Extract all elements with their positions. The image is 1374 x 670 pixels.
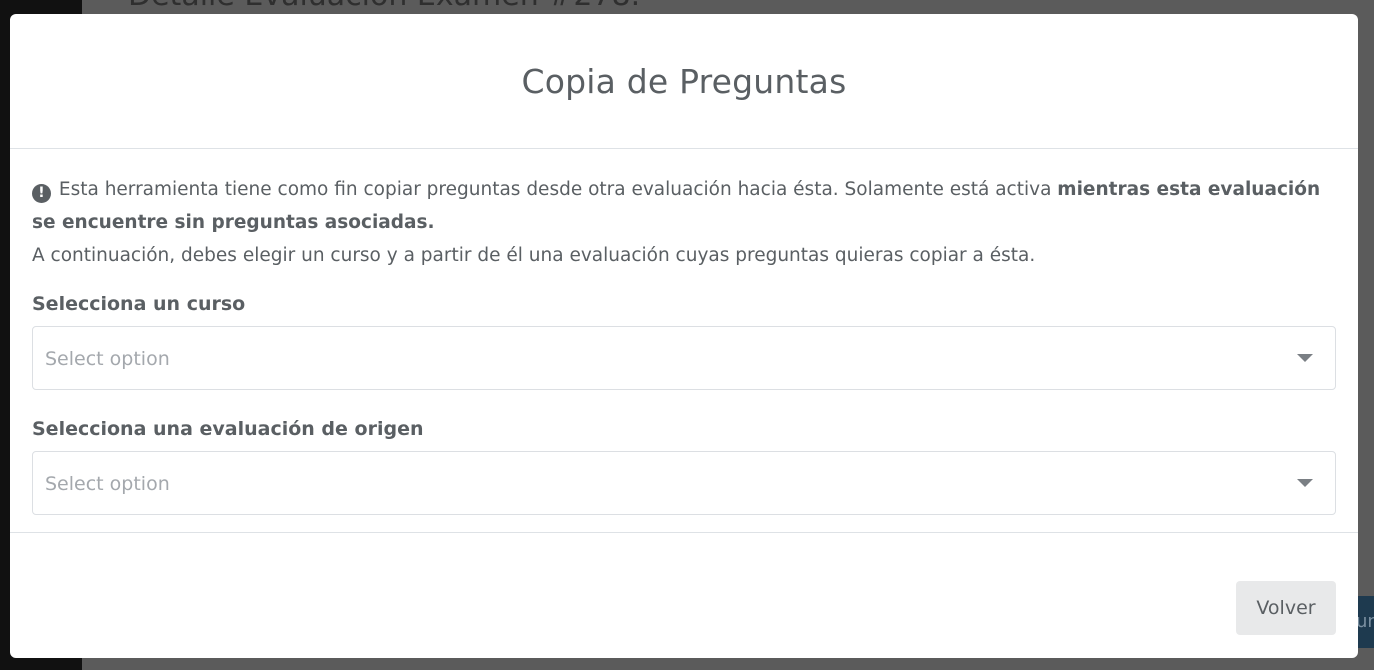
modal-body: ! Esta herramienta tiene como fin copiar… (10, 149, 1358, 533)
background-page-title: Detalle Evaluación Examen #278. (128, 0, 640, 13)
back-button[interactable]: Volver (1236, 581, 1336, 635)
evaluation-select[interactable]: Select option (32, 451, 1336, 515)
modal-title: Copia de Preguntas (521, 61, 847, 101)
info-text-instructions: A continuación, debes elegir un curso y … (32, 245, 1036, 266)
info-message: ! Esta herramienta tiene como fin copiar… (32, 173, 1336, 272)
copy-questions-modal: Copia de Preguntas ! Esta herramienta ti… (10, 14, 1358, 658)
caret-down-icon (1297, 479, 1313, 487)
evaluation-select-placeholder: Select option (45, 473, 170, 495)
modal-footer: Volver (10, 558, 1358, 658)
course-select-placeholder: Select option (45, 348, 170, 370)
caret-down-icon (1297, 354, 1313, 362)
modal-header: Copia de Preguntas (10, 14, 1358, 149)
info-text: Esta herramienta tiene como fin copiar p… (58, 179, 1058, 200)
course-select-label: Selecciona un curso (32, 293, 246, 315)
exclamation-circle-icon: ! (32, 184, 51, 203)
course-select[interactable]: Select option (32, 326, 1336, 390)
evaluation-select-label: Selecciona una evaluación de origen (32, 418, 424, 440)
